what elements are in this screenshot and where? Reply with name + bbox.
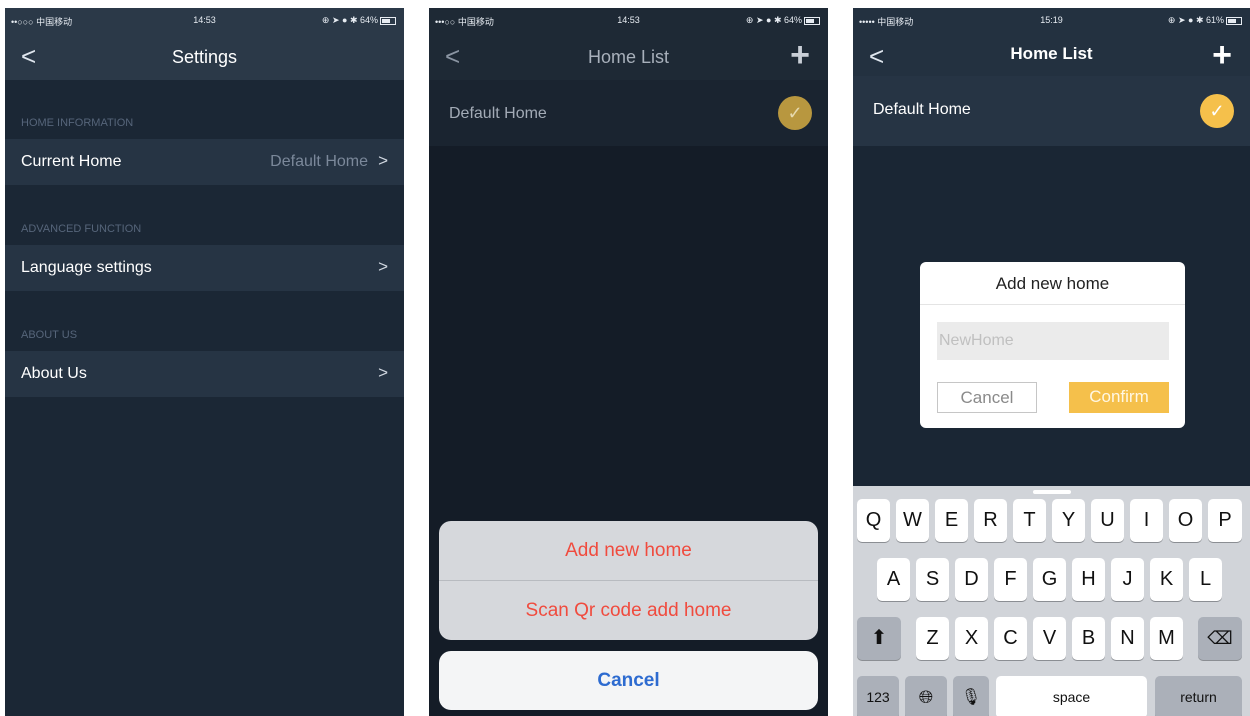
status-bar: •••○○ 中国移动 14:53 ⊕ ➤ ● ✱ 64% — [429, 8, 828, 34]
current-home-value: Default Home — [270, 153, 368, 170]
key-h[interactable]: H — [1072, 558, 1105, 601]
key-u[interactable]: U — [1091, 499, 1124, 542]
battery-icon — [804, 16, 820, 25]
key-i[interactable]: I — [1130, 499, 1163, 542]
keyboard-handle — [1033, 490, 1071, 494]
sheet-cancel-button[interactable]: Cancel — [439, 651, 818, 710]
key-x[interactable]: X — [955, 617, 988, 660]
backspace-icon[interactable]: ⌫ — [1198, 617, 1242, 660]
key-b[interactable]: B — [1072, 617, 1105, 660]
key-e[interactable]: E — [935, 499, 968, 542]
add-home-dialog-screen: ••••• 中国移动 15:19 ⊕ ➤ ● ✱ 61% < Home List… — [853, 8, 1250, 716]
plus-icon[interactable]: + — [790, 38, 810, 72]
about-us-row[interactable]: About Us > — [5, 351, 404, 397]
key-r[interactable]: R — [974, 499, 1007, 542]
battery-status: ⊕ ➤ ● ✱ 64% — [746, 15, 820, 26]
home-list-action-sheet-screen: •••○○ 中国移动 14:53 ⊕ ➤ ● ✱ 64% < Home List… — [429, 8, 828, 716]
current-home-row[interactable]: Current Home Default Home > — [5, 139, 404, 185]
checkmark-circle-icon: ✓ — [1200, 94, 1234, 128]
key-y[interactable]: Y — [1052, 499, 1085, 542]
dialog-title: Add new home — [995, 274, 1110, 293]
nav-bar: < Home List + — [429, 34, 828, 80]
key-q[interactable]: Q — [857, 499, 890, 542]
nav-bar: < Home List + — [853, 34, 1250, 76]
action-sheet: Add new home Scan Qr code add home — [439, 521, 818, 640]
globe-icon[interactable]: 🌐︎ — [905, 676, 947, 716]
home-name: Default Home — [449, 105, 547, 122]
add-home-dialog: Add new home Cancel Confirm — [920, 262, 1185, 428]
key-n[interactable]: N — [1111, 617, 1144, 660]
add-new-home-button[interactable]: Add new home — [439, 521, 818, 581]
home-name: Default Home — [873, 101, 971, 118]
key-t[interactable]: T — [1013, 499, 1046, 542]
key-p[interactable]: P — [1208, 499, 1242, 542]
key-f[interactable]: F — [994, 558, 1027, 601]
section-header-about-us: ABOUT US — [21, 329, 78, 341]
key-g[interactable]: G — [1033, 558, 1066, 601]
key-a[interactable]: A — [877, 558, 910, 601]
key-k[interactable]: K — [1150, 558, 1183, 601]
home-list-item[interactable]: Default Home ✓ — [429, 80, 828, 146]
on-screen-keyboard: Q W E R T Y U I O P A S D F G H J K L ⬆ … — [853, 486, 1250, 716]
status-bar: ••○○○ 中国移动 14:53 ⊕ ➤ ● ✱ 64% — [5, 8, 404, 34]
key-s[interactable]: S — [916, 558, 949, 601]
chevron-right-icon: > — [378, 363, 388, 382]
battery-percent: 64% — [783, 15, 802, 25]
space-key[interactable]: space — [996, 676, 1147, 716]
key-o[interactable]: O — [1169, 499, 1202, 542]
dialog-cancel-button[interactable]: Cancel — [937, 382, 1037, 413]
row-label: About Us — [21, 365, 87, 382]
battery-percent: 64% — [359, 15, 378, 25]
settings-screen: ••○○○ 中国移动 14:53 ⊕ ➤ ● ✱ 64% < Settings … — [5, 8, 404, 716]
divider — [920, 304, 1185, 305]
key-l[interactable]: L — [1189, 558, 1222, 601]
chevron-right-icon: > — [378, 257, 388, 276]
microphone-icon[interactable]: 🎙︎ — [953, 676, 989, 716]
chevron-right-icon: > — [378, 151, 388, 170]
numbers-key[interactable]: 123 — [857, 676, 899, 716]
return-key[interactable]: return — [1155, 676, 1242, 716]
row-label: Current Home — [21, 153, 122, 170]
row-label: Language settings — [21, 259, 152, 276]
nav-bar: < Settings — [5, 34, 404, 80]
plus-icon[interactable]: + — [1212, 38, 1232, 72]
section-header-advanced-function: ADVANCED FUNCTION — [21, 223, 142, 235]
key-v[interactable]: V — [1033, 617, 1066, 660]
home-name-input[interactable] — [937, 322, 1169, 360]
page-title: Home List — [587, 47, 670, 67]
key-c[interactable]: C — [994, 617, 1027, 660]
section-header-home-information: HOME INFORMATION — [21, 117, 134, 129]
key-j[interactable]: J — [1111, 558, 1144, 601]
status-bar: ••••• 中国移动 15:19 ⊕ ➤ ● ✱ 61% — [853, 8, 1250, 34]
battery-icon — [380, 16, 396, 25]
language-settings-row[interactable]: Language settings > — [5, 245, 404, 291]
battery-status: ⊕ ➤ ● ✱ 64% — [322, 15, 396, 26]
home-list-item[interactable]: Default Home ✓ — [853, 76, 1250, 146]
battery-percent: 61% — [1205, 15, 1224, 25]
shift-key[interactable]: ⬆ — [857, 617, 901, 660]
dialog-confirm-button[interactable]: Confirm — [1069, 382, 1169, 413]
key-w[interactable]: W — [896, 499, 929, 542]
scan-qr-code-button[interactable]: Scan Qr code add home — [439, 581, 818, 640]
page-title: Settings — [171, 47, 238, 67]
key-z[interactable]: Z — [916, 617, 949, 660]
battery-status: ⊕ ➤ ● ✱ 61% — [1168, 15, 1242, 26]
key-m[interactable]: M — [1150, 617, 1183, 660]
key-d[interactable]: D — [955, 558, 988, 601]
battery-icon — [1226, 16, 1242, 25]
checkmark-circle-icon: ✓ — [778, 96, 812, 130]
page-title: Home List — [1010, 44, 1093, 63]
